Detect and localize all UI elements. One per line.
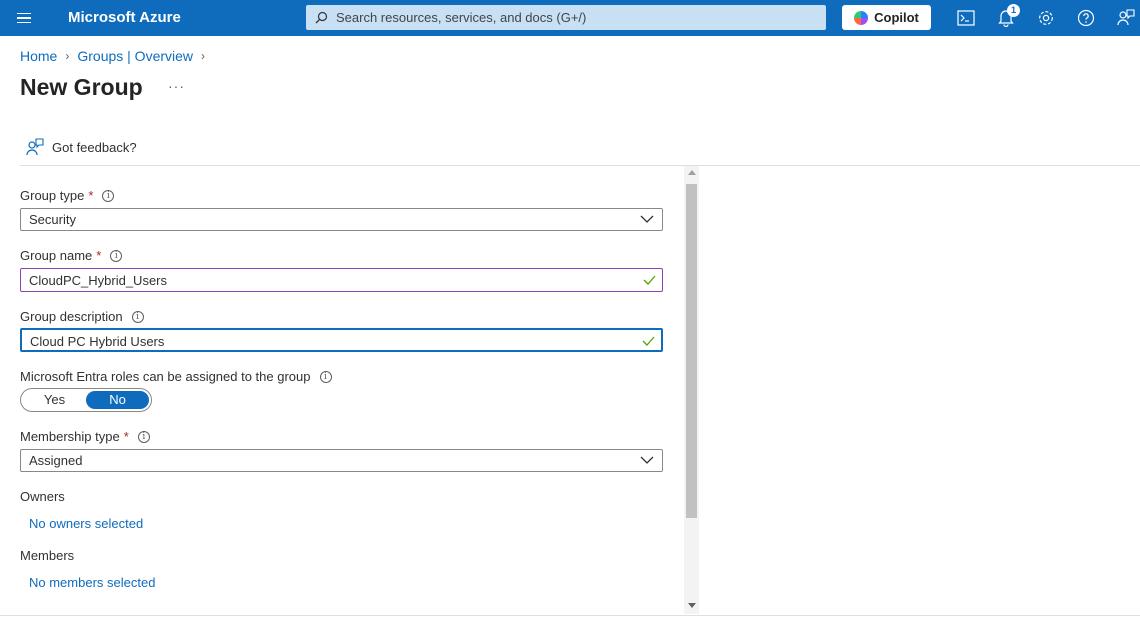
notifications-bell-icon[interactable]: 1 — [992, 4, 1020, 32]
required-mark: * — [88, 188, 94, 203]
brand-title[interactable]: Microsoft Azure — [68, 0, 181, 36]
breadcrumb-groups-overview[interactable]: Groups | Overview — [77, 48, 193, 64]
notification-badge: 1 — [1007, 4, 1020, 17]
global-search[interactable] — [306, 5, 826, 30]
feedback-icon — [26, 138, 44, 156]
entra-roles-label: Microsoft Entra roles can be assigned to… — [20, 369, 332, 384]
entra-roles-label-text: Microsoft Entra roles can be assigned to… — [20, 369, 311, 384]
feedback-person-icon[interactable] — [1112, 4, 1140, 32]
owners-label-text: Owners — [20, 489, 65, 504]
form-scrollbar[interactable] — [684, 166, 699, 614]
info-icon[interactable]: i — [131, 310, 144, 323]
info-icon[interactable]: i — [137, 430, 150, 443]
membership-type-label: Membership type * i — [20, 429, 150, 444]
chevron-down-icon — [640, 456, 654, 464]
group-description-label: Group description i — [20, 309, 144, 324]
help-icon[interactable] — [1072, 4, 1100, 32]
scroll-thumb[interactable] — [686, 184, 697, 518]
membership-type-dropdown[interactable]: Assigned — [20, 449, 663, 472]
group-type-dropdown[interactable]: Security — [20, 208, 663, 231]
toolbar-divider — [20, 165, 1140, 166]
info-icon[interactable]: i — [110, 249, 123, 262]
no-owners-selected-link[interactable]: No owners selected — [29, 516, 143, 531]
owners-label: Owners — [20, 489, 65, 504]
copilot-label: Copilot — [874, 10, 919, 25]
toggle-yes[interactable]: Yes — [23, 391, 86, 409]
copilot-icon — [854, 10, 869, 25]
members-label: Members — [20, 548, 74, 563]
chevron-down-icon — [640, 215, 654, 223]
group-name-label: Group name * i — [20, 248, 123, 263]
checkmark-icon — [642, 336, 655, 346]
more-options-button[interactable]: ··· — [168, 78, 185, 94]
info-icon[interactable]: i — [102, 189, 115, 202]
copilot-button[interactable]: Copilot — [842, 5, 931, 30]
checkmark-icon — [643, 275, 656, 285]
scroll-down-arrow-icon[interactable] — [688, 603, 696, 608]
group-name-label-text: Group name — [20, 248, 93, 263]
membership-type-value: Assigned — [29, 453, 83, 468]
page-title: New Group — [20, 74, 143, 100]
group-description-input[interactable]: Cloud PC Hybrid Users — [20, 328, 663, 352]
membership-type-label-text: Membership type — [20, 429, 120, 444]
no-members-selected-link[interactable]: No members selected — [29, 575, 155, 590]
group-name-value: CloudPC_Hybrid_Users — [29, 273, 167, 288]
search-input[interactable] — [336, 5, 816, 30]
chevron-right-icon: › — [65, 49, 70, 63]
group-name-input[interactable]: CloudPC_Hybrid_Users — [20, 268, 663, 292]
group-description-label-text: Group description — [20, 309, 123, 324]
search-icon — [315, 11, 328, 24]
group-description-value: Cloud PC Hybrid Users — [30, 334, 165, 349]
breadcrumb-home[interactable]: Home — [20, 48, 57, 64]
members-label-text: Members — [20, 548, 75, 563]
scroll-up-arrow-icon[interactable] — [688, 170, 696, 175]
required-mark: * — [96, 248, 102, 263]
entra-roles-toggle[interactable]: Yes No — [20, 388, 152, 412]
feedback-label: Got feedback? — [52, 139, 137, 155]
bottom-divider — [0, 615, 1140, 616]
top-bar: Microsoft Azure Copilot 1 — [0, 0, 1140, 36]
group-type-value: Security — [29, 212, 76, 227]
cloud-shell-icon[interactable] — [952, 4, 980, 32]
toggle-no[interactable]: No — [86, 391, 149, 409]
required-mark: * — [123, 429, 129, 444]
group-type-label: Group type * i — [20, 188, 115, 203]
info-icon[interactable]: i — [319, 370, 332, 383]
settings-gear-icon[interactable] — [1032, 4, 1060, 32]
got-feedback-button[interactable]: Got feedback? — [26, 138, 137, 156]
chevron-right-icon: › — [201, 49, 206, 63]
breadcrumb: Home › Groups | Overview › — [20, 47, 213, 65]
group-type-label-text: Group type — [20, 188, 85, 203]
menu-icon[interactable] — [8, 4, 40, 32]
